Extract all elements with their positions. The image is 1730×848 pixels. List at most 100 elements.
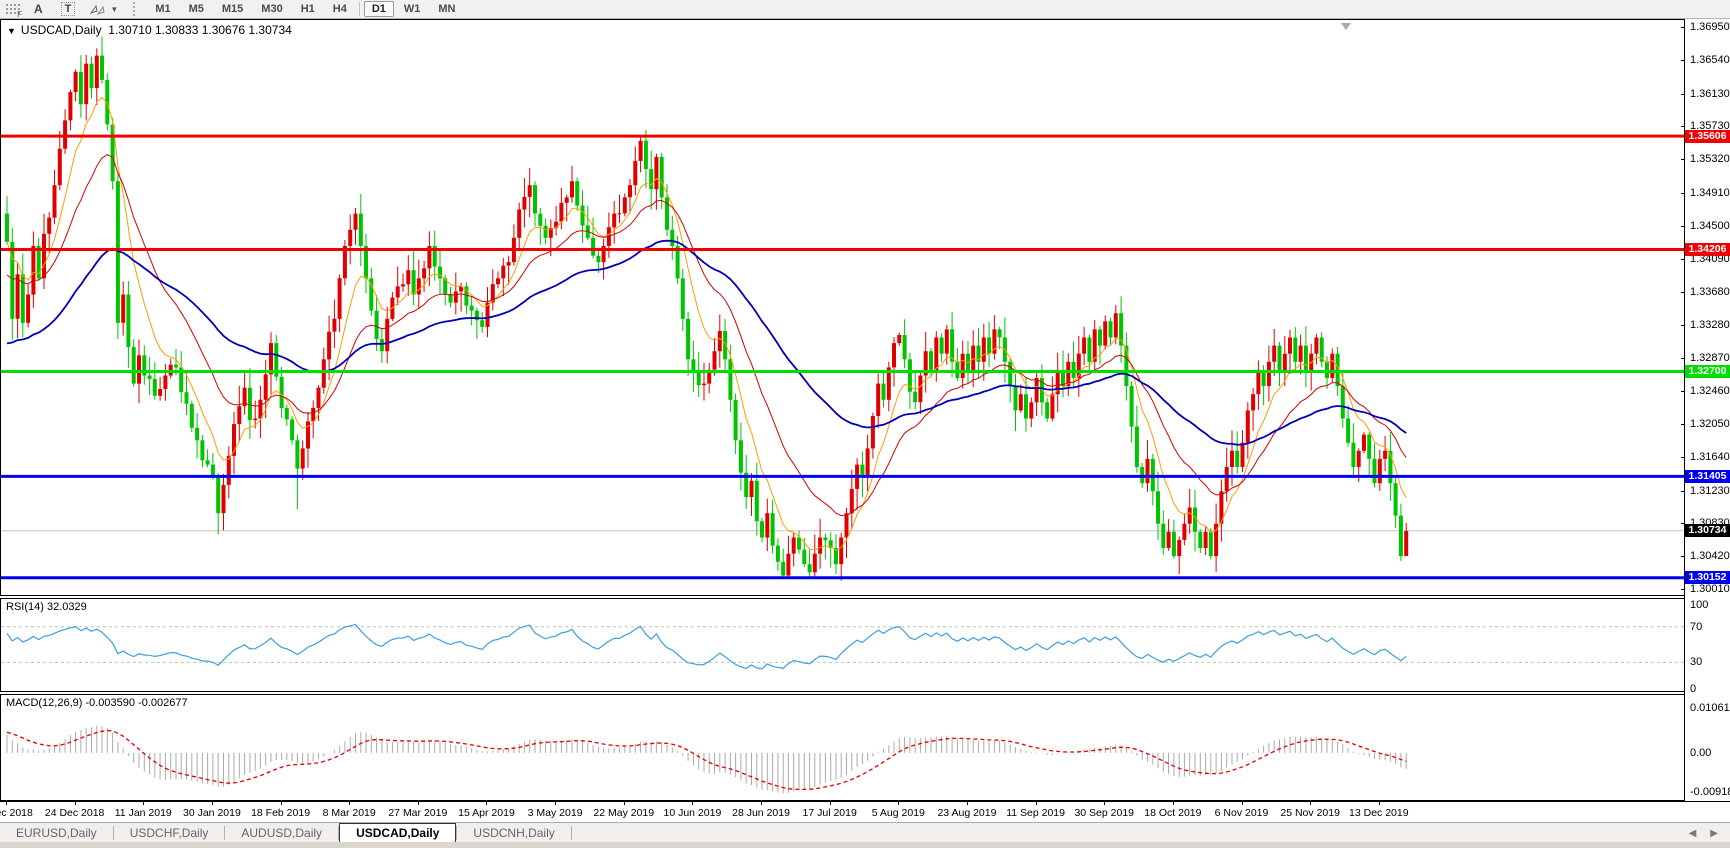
- rsi-axis-label: 0: [1690, 683, 1697, 696]
- axis-tick: [1681, 292, 1685, 294]
- date-tick: [211, 802, 213, 805]
- date-axis-label: 10 Jun 2019: [663, 807, 722, 819]
- date-axis-label: 28 Jun 2019: [732, 807, 790, 819]
- timeframe-button-M1[interactable]: M1: [147, 1, 178, 17]
- price-axis-label: 1.32050: [1690, 418, 1730, 431]
- timeframe-button-M15[interactable]: M15: [214, 1, 251, 17]
- price-axis-label: 1.35320: [1690, 153, 1730, 166]
- date-tick: [692, 802, 694, 805]
- date-tick: [417, 802, 419, 805]
- rsi-panel[interactable]: [0, 598, 1685, 692]
- tabs-scroll-left-icon[interactable]: ◀: [1689, 828, 1697, 839]
- date-axis-label: 18 Oct 2019: [1144, 807, 1202, 819]
- macd-canvas[interactable]: [1, 695, 1685, 800]
- price-axis-label: 1.36130: [1690, 87, 1730, 100]
- symbol-tab-USDCAD[interactable]: USDCAD,Daily: [339, 823, 457, 843]
- date-tick: [1035, 802, 1037, 805]
- dots-grid-icon: F: [5, 2, 22, 19]
- date-tick: [966, 802, 968, 805]
- price-line-badge: 1.30152: [1685, 571, 1730, 585]
- price-axis-label: 1.36540: [1690, 54, 1730, 67]
- date-tick: [1310, 802, 1312, 805]
- price-axis-label: 1.32870: [1690, 351, 1730, 364]
- arrows-tool-button[interactable]: ▼: [87, 2, 120, 17]
- date-axis-label: 13 Dec 2019: [1349, 807, 1409, 819]
- trading-terminal: F A T ▼ M1 M5 M15 M30 H1 H4 D1 W1 MN ▼ USDCAD,Dai…: [0, 0, 1730, 848]
- date-tick: [349, 802, 351, 805]
- price-axis-label: 1.32460: [1690, 384, 1730, 397]
- axis-tick: [1681, 27, 1685, 29]
- timeframe-button-MN[interactable]: MN: [430, 1, 463, 17]
- axis-tick: [1681, 424, 1685, 426]
- date-axis-label: 8 Mar 2019: [322, 807, 376, 819]
- text-label-tool-icon[interactable]: A: [28, 2, 49, 17]
- timeframe-button-W1[interactable]: W1: [396, 1, 429, 17]
- timeframe-button-M5[interactable]: M5: [181, 1, 212, 17]
- axis-tick: [1681, 556, 1685, 558]
- symbol-tabbar: EURUSD,Daily USDCHF,Daily AUDUSD,Daily USDC…: [0, 822, 1730, 843]
- date-axis-label: 30 Jan 2019: [183, 807, 241, 819]
- date-axis-label: 25 Nov 2019: [1280, 807, 1340, 819]
- date-axis-label: 18 Feb 2019: [251, 807, 311, 819]
- timeframe-group: M1 M5 M15 M30 H1 H4 D1 W1 MN: [146, 1, 464, 17]
- rsi-axis-label: 70: [1690, 620, 1703, 633]
- tabs-scroll-right-icon[interactable]: ▶: [1710, 828, 1718, 839]
- rsi-canvas[interactable]: [1, 599, 1685, 691]
- axis-tick: [1681, 490, 1685, 492]
- rsi-axis-label: 100: [1690, 599, 1709, 611]
- symbol-tab-USDCNH[interactable]: USDCNH,Daily: [457, 823, 570, 843]
- symbol-tab-USDCHF[interactable]: USDCHF,Daily: [114, 823, 225, 843]
- rsi-axis-label: 30: [1690, 656, 1703, 669]
- macd-axis-label: 0.010615: [1690, 701, 1730, 714]
- macd-panel[interactable]: [0, 694, 1685, 801]
- price-line-badge: 1.34206: [1685, 243, 1730, 256]
- timeframe-button-H1[interactable]: H1: [293, 1, 323, 17]
- date-axis-label: 15 Apr 2019: [458, 807, 515, 819]
- price-axis-label: 1.34910: [1690, 186, 1730, 199]
- date-axis-label: 24 Dec 2018: [44, 807, 105, 819]
- candlestick-canvas[interactable]: [1, 20, 1685, 595]
- macd-indicator-label: MACD(12,26,9) -0.003590 -0.002677: [6, 697, 188, 709]
- date-axis[interactable]: 5 Dec 2018 24 Dec 2018 11 Jan 2019 30 Jan 2…: [0, 801, 1730, 823]
- dropdown-caret-icon[interactable]: ▼: [110, 5, 118, 14]
- date-tick: [1241, 802, 1243, 805]
- main-price-panel[interactable]: [0, 19, 1685, 596]
- date-axis-label: 5 Dec 2018: [0, 807, 33, 819]
- timeframe-button-D1[interactable]: D1: [363, 1, 394, 17]
- macd-axis-label: 0.00: [1690, 746, 1712, 759]
- timeframe-button-M30[interactable]: M30: [253, 1, 290, 17]
- axis-tick: [1681, 93, 1685, 95]
- toolbar-grip-handle[interactable]: [133, 2, 140, 16]
- date-tick: [1378, 802, 1380, 805]
- date-axis-label: 30 Sep 2019: [1074, 807, 1135, 819]
- axis-tick: [1681, 192, 1685, 194]
- price-axis-label: 1.33280: [1690, 318, 1730, 331]
- textbox-tool-icon[interactable]: T: [60, 2, 76, 16]
- date-axis-label: 23 Aug 2019: [937, 807, 997, 819]
- date-tick: [761, 802, 763, 805]
- collapse-triangle-icon[interactable]: ▼: [7, 26, 16, 36]
- timeframe-button-H4[interactable]: H4: [325, 1, 355, 17]
- price-axis-label: 1.34500: [1690, 219, 1730, 232]
- date-tick: [623, 802, 625, 805]
- date-tick: [829, 802, 831, 805]
- date-axis-label: 17 Jul 2019: [802, 807, 857, 819]
- symbol-tab-EURUSD[interactable]: EURUSD,Daily: [0, 823, 113, 843]
- date-axis-label: 27 Mar 2019: [388, 807, 448, 819]
- date-tick: [898, 802, 900, 805]
- date-tick: [486, 802, 488, 805]
- price-axis-label: 1.30420: [1690, 550, 1730, 563]
- macd-axis-label: -0.009181: [1690, 785, 1730, 798]
- symbol-tab-AUDUSD[interactable]: AUDUSD,Daily: [225, 823, 338, 843]
- date-axis-label: 6 Nov 2019: [1214, 807, 1269, 819]
- date-axis-label: 11 Jan 2019: [114, 807, 172, 819]
- grid-f-icon[interactable]: F: [3, 2, 22, 19]
- price-axis[interactable]: 1.36950 1.36540 1.36130 1.35730 1.35320 1.349…: [1681, 19, 1730, 822]
- date-tick: [6, 802, 7, 805]
- axis-tick: [1681, 60, 1685, 62]
- price-axis-label: 1.30010: [1690, 583, 1730, 596]
- price-axis-label: 1.33680: [1690, 286, 1730, 299]
- axis-tick: [1681, 225, 1685, 227]
- axis-tick: [1681, 324, 1685, 326]
- axis-tick: [1681, 390, 1685, 392]
